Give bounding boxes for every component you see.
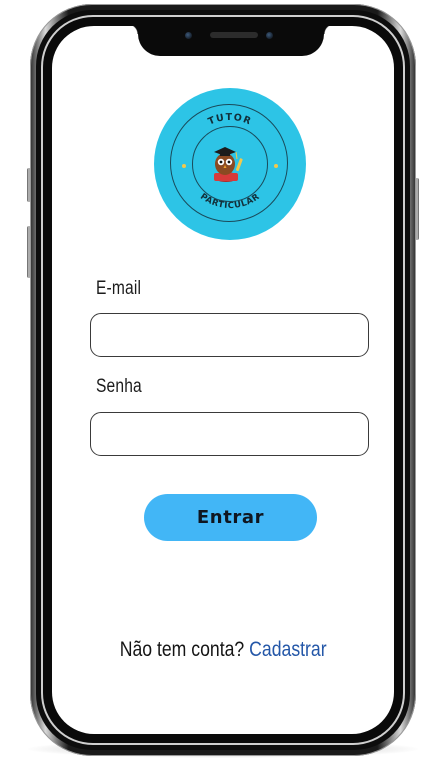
- password-field[interactable]: [90, 412, 369, 456]
- signup-prompt-wrapper: Não tem conta? Cadastrar: [120, 638, 327, 662]
- signup-link[interactable]: Cadastrar: [249, 638, 326, 661]
- app-logo: TUTOR PARTICULAR: [154, 88, 306, 240]
- sensor-icon: [266, 32, 273, 39]
- login-button[interactable]: Entrar: [144, 494, 317, 541]
- star-left-icon: [182, 164, 186, 168]
- logo-text-top: TUTOR: [207, 112, 253, 128]
- phone-mockup: TUTOR PARTICULAR E-mail Senha Entrar Não…: [0, 0, 446, 762]
- phone-notch: [128, 24, 334, 56]
- email-field[interactable]: [90, 313, 369, 357]
- speaker-grille: [210, 32, 258, 38]
- signup-prompt-text: Não tem conta?: [119, 638, 245, 661]
- svg-text:PARTICULAR: PARTICULAR: [198, 192, 262, 211]
- logo-text-bottom: PARTICULAR: [198, 192, 261, 211]
- email-label: E-mail: [96, 278, 142, 299]
- signup-prompt-line: Não tem conta? Cadastrar: [0, 638, 446, 662]
- owl-graduate-icon: [214, 147, 243, 182]
- star-right-icon: [274, 164, 278, 168]
- password-label: Senha: [96, 376, 142, 397]
- svg-text:TUTOR: TUTOR: [207, 112, 254, 128]
- logo-emblem: TUTOR PARTICULAR: [182, 112, 278, 211]
- front-camera-icon: [185, 32, 192, 39]
